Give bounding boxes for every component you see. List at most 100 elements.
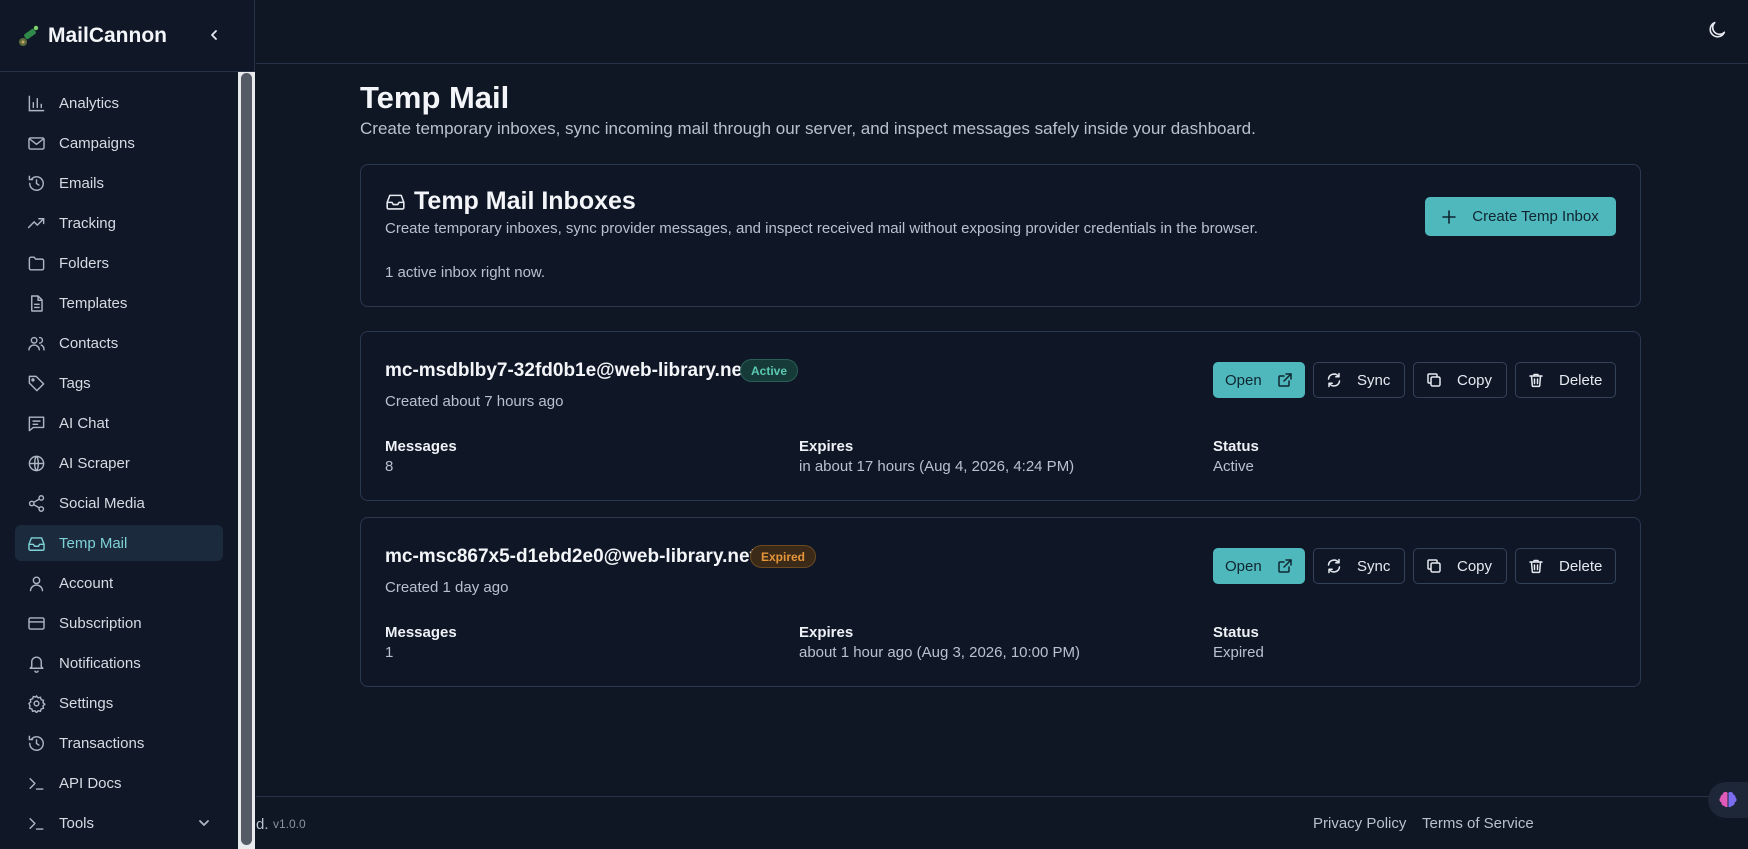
sidebar-item-ai-scraper[interactable]: AI Scraper (15, 445, 223, 481)
messages-label: Messages (385, 624, 457, 641)
messages-count: 1 (385, 644, 394, 661)
sidebar-item-subscription[interactable]: Subscription (15, 605, 223, 641)
delete-label: Delete (1559, 557, 1603, 575)
delete-button[interactable]: Delete (1515, 548, 1616, 584)
open-button[interactable]: Open (1213, 362, 1305, 398)
expires-label: Expires (799, 624, 854, 641)
moon-icon[interactable] (1706, 19, 1728, 41)
sync-label: Sync (1357, 557, 1391, 575)
delete-label: Delete (1559, 371, 1603, 389)
copy-label: Copy (1457, 371, 1493, 389)
messages-label: Messages (385, 438, 457, 455)
share-icon (28, 494, 45, 512)
collapse-sidebar-button[interactable] (204, 25, 224, 45)
sidebar-item-label: Settings (59, 694, 114, 712)
sidebar-item-api-docs[interactable]: API Docs (15, 765, 223, 801)
active-inbox-count: 1 active inbox right now. (385, 264, 546, 281)
sidebar-item-folders[interactable]: Folders (15, 245, 223, 281)
privacy-policy-link[interactable]: Privacy Policy (1313, 815, 1406, 832)
sidebar-item-label: Account (59, 574, 114, 592)
status-label: Status (1213, 438, 1259, 455)
sidebar-scrollbar-thumb[interactable] (241, 73, 252, 845)
open-button[interactable]: Open (1213, 548, 1305, 584)
inboxes-description: Create temporary inboxes, sync provider … (385, 220, 1258, 237)
sidebar-item-campaigns[interactable]: Campaigns (15, 125, 223, 161)
sidebar-item-transactions[interactable]: Transactions (15, 725, 223, 761)
refresh-icon (1327, 558, 1341, 574)
expires-value: about 1 hour ago (Aug 3, 2026, 10:00 PM) (799, 644, 1081, 661)
cannon-logo-icon (19, 25, 39, 46)
sidebar-item-label: AI Scraper (59, 454, 130, 472)
sidebar-item-social-media[interactable]: Social Media (15, 485, 223, 521)
sidebar-item-label: Temp Mail (59, 534, 128, 552)
sidebar-nav: Analytics Campaigns Emails Tracking Fold… (15, 85, 223, 845)
inbox-address: mc-msdblby7-32fd0b1e@web-library.net (385, 360, 749, 381)
trash-icon (1529, 373, 1543, 388)
sidebar-item-label: Emails (59, 174, 105, 192)
external-link-icon (1278, 559, 1292, 573)
sidebar-item-tags[interactable]: Tags (15, 365, 223, 401)
sidebar-item-analytics[interactable]: Analytics (15, 85, 223, 121)
sidebar-item-label: Campaigns (59, 134, 135, 152)
copy-button[interactable]: Copy (1413, 548, 1507, 584)
sidebar: MailCannon Analytics Campaigns Emails Tr… (0, 0, 255, 849)
gear-icon (28, 694, 46, 713)
user-icon (29, 575, 44, 591)
sidebar-item-label: Transactions (59, 734, 145, 752)
inboxes-title: Temp Mail Inboxes (414, 187, 636, 215)
sidebar-item-label: Tracking (59, 214, 116, 232)
ai-assistant-button[interactable] (1708, 782, 1748, 818)
page-title: Temp Mail (360, 80, 510, 115)
copy-icon (1427, 373, 1441, 387)
copy-button[interactable]: Copy (1413, 362, 1507, 398)
inbox-card: mc-msc867x5-d1ebd2e0@web-library.net Exp… (360, 517, 1641, 687)
messages-count: 8 (385, 458, 394, 475)
app-name: MailCannon (48, 23, 167, 47)
sidebar-item-emails[interactable]: Emails (15, 165, 223, 201)
file-text-icon (31, 294, 43, 312)
credit-card-icon (28, 616, 45, 630)
sidebar-item-label: Social Media (59, 494, 145, 512)
status-badge: Expired (750, 545, 817, 568)
chevron-left-icon (211, 30, 217, 40)
status-value: Active (1213, 458, 1254, 475)
sidebar-item-ai-chat[interactable]: AI Chat (15, 405, 223, 441)
globe-icon (28, 455, 45, 471)
plus-icon (1442, 209, 1457, 224)
users-icon (28, 336, 45, 351)
sidebar-item-label: Contacts (59, 334, 119, 352)
copy-label: Copy (1457, 557, 1493, 575)
refresh-icon (1327, 372, 1341, 388)
sidebar-item-label: Analytics (59, 94, 120, 112)
inbox-actions: Open Sync Copy Delete (1213, 362, 1616, 398)
status-value: Expired (1213, 644, 1264, 661)
sidebar-item-templates[interactable]: Templates (15, 285, 223, 321)
sync-button[interactable]: Sync (1313, 362, 1405, 398)
bar-chart-icon (28, 95, 45, 111)
brain-icon (1719, 791, 1737, 808)
sidebar-item-temp-mail[interactable]: Temp Mail (15, 525, 223, 561)
trash-icon (1529, 559, 1543, 574)
history-icon (28, 175, 44, 191)
inboxes-panel: Temp Mail Inboxes Create temporary inbox… (360, 164, 1641, 307)
external-link-icon (1278, 373, 1292, 387)
inbox-actions: Open Sync Copy Delete (1213, 548, 1616, 584)
sync-button[interactable]: Sync (1313, 548, 1405, 584)
inbox-icon (28, 536, 45, 551)
footer: d. v1.0.0 Privacy Policy Terms of Servic… (256, 796, 1748, 849)
create-temp-inbox-button[interactable]: Create Temp Inbox (1425, 197, 1616, 236)
terminal-icon (29, 777, 44, 790)
terms-of-service-link[interactable]: Terms of Service (1422, 815, 1534, 832)
sidebar-item-label: API Docs (59, 774, 122, 792)
sidebar-item-settings[interactable]: Settings (15, 685, 223, 721)
folder-icon (28, 255, 45, 271)
sidebar-item-contacts[interactable]: Contacts (15, 325, 223, 361)
delete-button[interactable]: Delete (1515, 362, 1616, 398)
sidebar-item-account[interactable]: Account (15, 565, 223, 601)
expires-label: Expires (799, 438, 854, 455)
sidebar-item-tracking[interactable]: Tracking (15, 205, 223, 241)
sidebar-item-tools[interactable]: Tools (15, 805, 223, 841)
sidebar-item-notifications[interactable]: Notifications (15, 645, 223, 681)
copyright-text: d. (256, 816, 269, 833)
brand: MailCannon (0, 0, 254, 72)
